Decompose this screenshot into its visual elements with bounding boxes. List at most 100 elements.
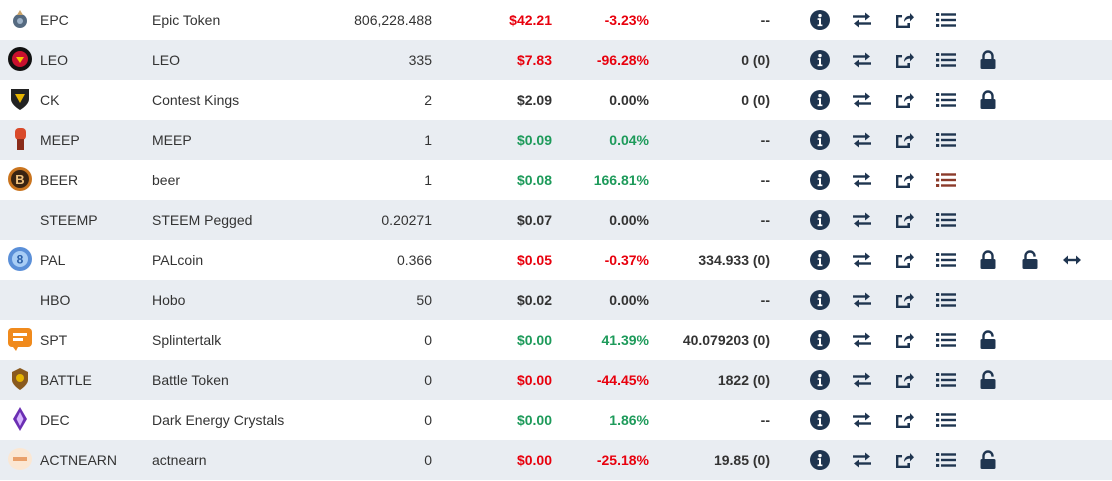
transfer-icon[interactable] — [852, 290, 872, 310]
share-icon[interactable] — [894, 410, 914, 430]
table-row: STEEMP STEEM Pegged 0.20271 $0.07 0.00% … — [0, 200, 1112, 240]
info-icon[interactable] — [810, 90, 830, 110]
info-icon[interactable] — [810, 210, 830, 230]
token-name: actnearn — [152, 452, 207, 468]
share-icon[interactable] — [894, 170, 914, 190]
list-icon[interactable] — [936, 130, 956, 150]
table-row: DEC Dark Energy Crystals 0 $0.00 1.86% -… — [0, 400, 1112, 440]
transfer-icon[interactable] — [852, 450, 872, 470]
info-icon[interactable] — [810, 10, 830, 30]
share-icon[interactable] — [894, 210, 914, 230]
table-row: MEEP MEEP 1 $0.09 0.04% -- — [0, 120, 1112, 160]
token-stake: 0 (0) — [741, 92, 770, 108]
pal-logo: 8 — [8, 246, 32, 274]
token-symbol: DEC — [40, 412, 70, 428]
token-price: $0.08 — [516, 172, 552, 188]
lock-icon[interactable] — [978, 90, 998, 110]
transfer-icon[interactable] — [852, 50, 872, 70]
token-price: $42.21 — [509, 12, 552, 28]
unlock-icon[interactable] — [978, 330, 998, 350]
share-icon[interactable] — [894, 450, 914, 470]
token-price: $0.05 — [516, 252, 552, 268]
token-balance: 0 — [424, 332, 432, 348]
transfer-icon[interactable] — [852, 90, 872, 110]
lock-icon[interactable] — [978, 250, 998, 270]
token-logo-cell: 8 — [0, 240, 40, 280]
token-price: $0.00 — [516, 372, 552, 388]
list-icon[interactable] — [936, 410, 956, 430]
spt-logo — [7, 327, 33, 354]
lock-icon[interactable] — [978, 50, 998, 70]
info-icon[interactable] — [810, 170, 830, 190]
list-icon[interactable] — [936, 50, 956, 70]
share-icon[interactable] — [894, 90, 914, 110]
token-name: Contest Kings — [152, 92, 240, 108]
token-symbol: MEEP — [40, 132, 80, 148]
token-price: $0.02 — [516, 292, 552, 308]
info-icon[interactable] — [810, 290, 830, 310]
actions-cell — [770, 440, 1112, 480]
battle-logo — [10, 367, 30, 394]
info-icon[interactable] — [810, 50, 830, 70]
token-change: -25.18% — [596, 452, 649, 468]
transfer-icon[interactable] — [852, 130, 872, 150]
transfer-icon[interactable] — [852, 170, 872, 190]
token-balance: 806,228.488 — [354, 12, 432, 28]
list-icon[interactable] — [936, 330, 956, 350]
list-icon[interactable] — [936, 90, 956, 110]
share-icon[interactable] — [894, 10, 914, 30]
delegate-arrows-icon[interactable] — [1062, 250, 1082, 270]
token-stake: -- — [760, 212, 770, 228]
token-price: $0.00 — [516, 452, 552, 468]
share-icon[interactable] — [894, 250, 914, 270]
transfer-icon[interactable] — [852, 370, 872, 390]
token-logo-cell — [0, 200, 40, 240]
actnearn-logo — [7, 447, 33, 474]
token-logo-cell — [0, 40, 40, 80]
share-icon[interactable] — [894, 330, 914, 350]
token-symbol: SPT — [40, 332, 68, 348]
share-icon[interactable] — [894, 130, 914, 150]
token-stake: 19.85 (0) — [713, 452, 770, 468]
share-icon[interactable] — [894, 370, 914, 390]
list-icon[interactable] — [936, 450, 956, 470]
share-icon[interactable] — [894, 50, 914, 70]
token-balance: 0 — [424, 372, 432, 388]
table-row: CK Contest Kings 2 $2.09 0.00% 0 (0) — [0, 80, 1112, 120]
token-price: $0.09 — [516, 132, 552, 148]
token-name: Battle Token — [152, 372, 229, 388]
list-icon[interactable] — [936, 250, 956, 270]
info-icon[interactable] — [810, 130, 830, 150]
token-name: Splintertalk — [152, 332, 222, 348]
info-icon[interactable] — [810, 410, 830, 430]
transfer-icon[interactable] — [852, 250, 872, 270]
info-icon[interactable] — [810, 330, 830, 350]
token-name: Epic Token — [152, 12, 221, 28]
info-icon[interactable] — [810, 450, 830, 470]
token-logo-cell: B — [0, 160, 40, 200]
info-icon[interactable] — [810, 370, 830, 390]
ck-logo — [9, 88, 31, 114]
transfer-icon[interactable] — [852, 10, 872, 30]
list-icon[interactable] — [936, 370, 956, 390]
actions-cell — [770, 40, 1112, 80]
unlock-icon[interactable] — [978, 370, 998, 390]
info-icon[interactable] — [810, 250, 830, 270]
token-name: LEO — [152, 52, 181, 68]
list-icon[interactable] — [936, 170, 956, 190]
token-balance: 335 — [408, 52, 432, 68]
transfer-icon[interactable] — [852, 410, 872, 430]
share-icon[interactable] — [894, 290, 914, 310]
dec-logo — [12, 406, 28, 435]
unlock-icon[interactable] — [1020, 250, 1040, 270]
transfer-icon[interactable] — [852, 330, 872, 350]
token-symbol: HBO — [40, 292, 71, 308]
meep-logo — [10, 127, 30, 155]
transfer-icon[interactable] — [852, 210, 872, 230]
list-icon[interactable] — [936, 290, 956, 310]
actions-cell — [770, 80, 1112, 120]
unlock-icon[interactable] — [978, 450, 998, 470]
list-icon[interactable] — [936, 210, 956, 230]
list-icon[interactable] — [936, 10, 956, 30]
token-change: 0.00% — [609, 212, 649, 228]
